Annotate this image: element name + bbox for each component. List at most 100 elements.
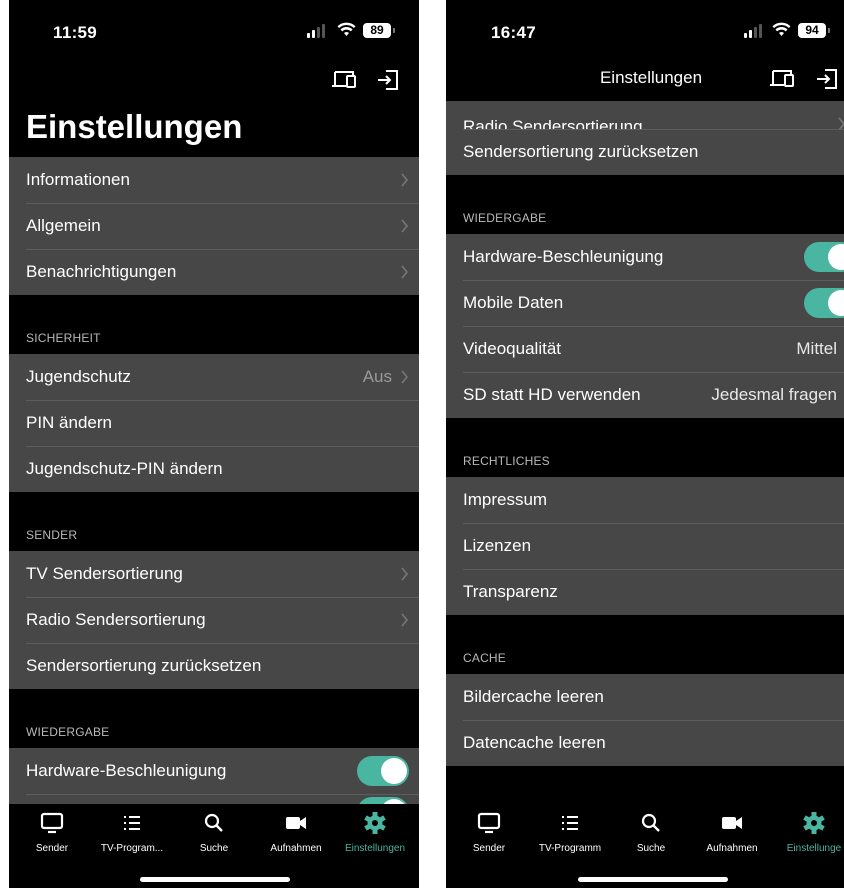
settings-row-hardware-beschleunigung: Hardware-Beschleunigung: [9, 748, 419, 794]
settings-row-radio-sendersortierung[interactable]: Radio Sendersortierung: [9, 597, 419, 643]
settings-row-datencache-leeren[interactable]: Datencache leeren: [446, 720, 844, 766]
row-label: Sendersortierung zurücksetzen: [463, 142, 699, 161]
toggle-knob: [381, 758, 407, 784]
settings-row-tv-sendersortierung[interactable]: TV Sendersortierung: [9, 551, 419, 597]
row-label: Videoqualität: [463, 339, 561, 358]
settings-row-hardware-beschleunigung: Hardware-Beschleunigung: [446, 234, 844, 280]
tab-label: Suche: [199, 843, 229, 854]
tab-sender[interactable]: Sender: [12, 812, 92, 854]
chevron-right-icon: [401, 370, 409, 384]
row-label: Allgemein: [26, 216, 101, 235]
battery-indicator: 89: [363, 23, 395, 38]
chevron-right-icon: [401, 173, 409, 187]
row-label: Mobile Daten: [463, 293, 564, 312]
settings-row-pin-aendern[interactable]: PIN ändern: [9, 400, 419, 446]
tab-label: Suche: [636, 843, 666, 854]
phone-screen-right: 16:47 94 Einstellungen Radio Sendersorti…: [446, 0, 844, 888]
mobile-data-toggle[interactable]: [804, 288, 844, 318]
gear-icon: [803, 812, 825, 834]
tab-tv-programm[interactable]: TV-Program...: [92, 812, 172, 854]
tab-aufnahmen[interactable]: Aufnahmen: [692, 812, 772, 854]
tab-label: Einstellungen: [344, 843, 406, 854]
section-header-sicherheit: SICHERHEIT: [26, 331, 101, 345]
settings-row-partial: [9, 794, 419, 804]
settings-row-transparenz[interactable]: Transparenz: [446, 569, 844, 615]
chevron-right-icon: [401, 567, 409, 581]
list-icon: [562, 816, 578, 830]
settings-row-radio-sendersortierung[interactable]: Radio Sendersortierung: [446, 101, 844, 129]
cell-signal-icon: [307, 24, 325, 38]
row-label: Impressum: [463, 490, 548, 509]
cell-signal-icon: [744, 24, 762, 38]
tab-sender[interactable]: Sender: [449, 812, 529, 854]
tv-icon: [477, 812, 501, 834]
wifi-icon: [337, 22, 356, 36]
tab-label: TV-Program...: [100, 843, 164, 854]
settings-list: Radio Sendersortierung Sendersortierung …: [446, 101, 844, 804]
status-time: 16:47: [491, 23, 536, 42]
settings-row-lizenzen[interactable]: Lizenzen: [446, 523, 844, 569]
tab-tv-programm[interactable]: TV-Programm: [530, 812, 610, 854]
logout-icon[interactable]: [376, 70, 400, 90]
row-value: Aus: [362, 367, 392, 386]
chevron-right-icon: [401, 219, 409, 233]
tab-bar: Sender TV-Program... Suche Aufnahmen Ein…: [9, 804, 419, 888]
hardware-acceleration-toggle[interactable]: [804, 242, 844, 272]
status-bar: 16:47 94: [446, 0, 844, 52]
tv-icon: [40, 812, 64, 834]
settings-row-sd-statt-hd[interactable]: SD statt HD verwenden Jedesmal fragen: [446, 372, 844, 418]
tab-einstellungen[interactable]: Einstellungen: [335, 812, 415, 854]
phone-screen-left: 11:59 89 Einstellungen Informationen All…: [9, 0, 419, 888]
row-label: Bildercache leeren: [463, 687, 604, 706]
search-icon: [641, 813, 660, 832]
tab-suche[interactable]: Suche: [611, 812, 691, 854]
settings-list: Informationen Allgemein Benachrichtigung…: [9, 157, 419, 804]
row-label: Sendersortierung zurücksetzen: [26, 656, 262, 675]
gear-icon: [364, 812, 386, 834]
hardware-acceleration-toggle[interactable]: [357, 756, 409, 786]
battery-indicator: 94: [798, 23, 830, 38]
settings-row-jugendschutz-pin-aendern[interactable]: Jugendschutz-PIN ändern: [9, 446, 419, 492]
cast-devices-icon[interactable]: [332, 70, 356, 90]
cast-devices-icon[interactable]: [770, 69, 794, 89]
settings-row-sendersortierung-zuruecksetzen[interactable]: Sendersortierung zurücksetzen: [446, 129, 844, 175]
wifi-icon: [772, 22, 791, 36]
video-camera-icon: [722, 817, 742, 829]
tab-suche[interactable]: Suche: [174, 812, 254, 854]
logout-icon[interactable]: [815, 69, 839, 89]
tab-aufnahmen[interactable]: Aufnahmen: [256, 812, 336, 854]
tab-bar: Sender TV-Programm Suche Aufnahmen Einst…: [446, 804, 844, 888]
row-label: Jugendschutz: [26, 367, 131, 386]
settings-row-benachrichtigungen[interactable]: Benachrichtigungen: [9, 249, 419, 295]
tab-label: Sender: [472, 843, 506, 854]
settings-row-sendersortierung-zuruecksetzen[interactable]: Sendersortierung zurücksetzen: [9, 643, 419, 689]
row-label: Jugendschutz-PIN ändern: [26, 459, 223, 478]
row-label: Hardware-Beschleunigung: [463, 247, 664, 266]
status-bar: 11:59 89: [9, 0, 419, 52]
row-value: Jedesmal fragen: [711, 385, 837, 404]
tab-label: Aufnahmen: [270, 843, 322, 854]
settings-row-bildercache-leeren[interactable]: Bildercache leeren: [446, 674, 844, 720]
search-icon: [204, 813, 223, 832]
home-indicator[interactable]: [140, 877, 290, 882]
row-label: Datencache leeren: [463, 733, 606, 752]
chevron-right-icon: [401, 265, 409, 279]
settings-row-allgemein[interactable]: Allgemein: [9, 203, 419, 249]
settings-row-informationen[interactable]: Informationen: [9, 157, 419, 203]
row-label: TV Sendersortierung: [26, 564, 183, 583]
section-header-rechtliches: RECHTLICHES: [463, 454, 550, 468]
section-header-cache: CACHE: [463, 651, 507, 665]
home-indicator[interactable]: [578, 877, 728, 882]
settings-row-jugendschutz[interactable]: Jugendschutz Aus: [9, 354, 419, 400]
settings-row-mobile-daten: Mobile Daten: [446, 280, 844, 326]
row-label: Hardware-Beschleunigung: [26, 761, 227, 780]
row-value: Mittel: [796, 339, 837, 358]
row-label: SD statt HD verwenden: [463, 385, 641, 404]
status-time: 11:59: [53, 23, 98, 42]
settings-row-impressum[interactable]: Impressum: [446, 477, 844, 523]
section-header-wiedergabe: WIEDERGABE: [463, 211, 547, 225]
settings-row-videoqualitaet[interactable]: Videoqualität Mittel: [446, 326, 844, 372]
tab-einstellungen[interactable]: Einstellunge: [774, 812, 844, 854]
list-icon: [124, 816, 140, 830]
mobile-data-toggle[interactable]: [357, 797, 409, 804]
